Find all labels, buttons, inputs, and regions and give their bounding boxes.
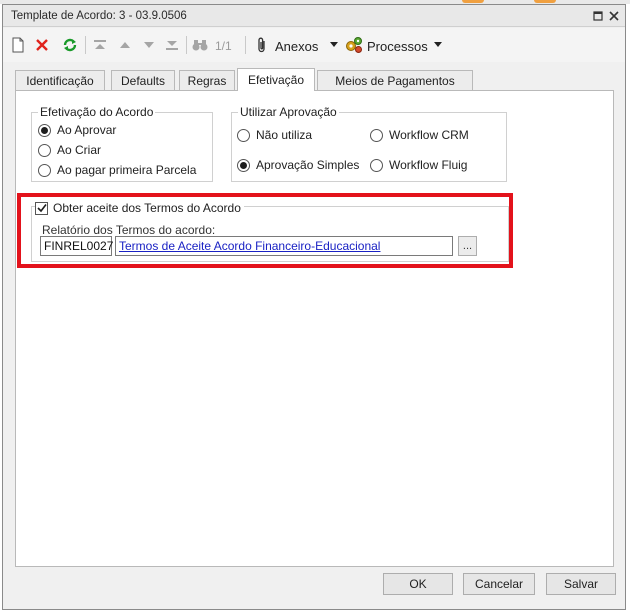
radio-label: Ao Aprovar: [57, 123, 117, 137]
cancel-button[interactable]: Cancelar: [463, 573, 535, 595]
radio-label: Ao pagar primeira Parcela: [57, 163, 197, 177]
save-button[interactable]: Salvar: [546, 573, 616, 595]
anexos-dropdown-icon[interactable]: [325, 36, 343, 54]
record-pager: 1/1: [215, 39, 232, 53]
obter-aceite-checkbox[interactable]: [35, 201, 48, 215]
obter-aceite-label: Obter aceite dos Termos do Acordo: [53, 201, 241, 215]
radio-button[interactable]: [370, 128, 383, 142]
radio-ao-pagar-primeira-parcela[interactable]: Ao pagar primeira Parcela: [38, 163, 196, 177]
first-record-icon[interactable]: [91, 36, 109, 54]
background-orange-marker: [534, 0, 556, 3]
toolbar-separator: [245, 36, 246, 54]
radio-button[interactable]: [237, 158, 250, 172]
aprovacao-group-title: Utilizar Aprovação: [238, 105, 339, 119]
obter-aceite-checkbox-row[interactable]: Obter aceite dos Termos do Acordo: [35, 201, 244, 215]
previous-record-icon[interactable]: [116, 36, 134, 54]
radio-workflow-fluig[interactable]: Workflow Fluig: [370, 158, 467, 172]
efetivacao-group-title: Efetivação do Acordo: [38, 105, 156, 119]
ok-button[interactable]: OK: [383, 573, 453, 595]
browse-report-button[interactable]: ...: [458, 236, 477, 256]
background-orange-marker: [462, 0, 484, 3]
radio-ao-aprovar[interactable]: Ao Aprovar: [38, 123, 116, 137]
processos-dropdown-icon[interactable]: [429, 36, 447, 54]
radio-label: Não utiliza: [256, 128, 313, 142]
toolbar: 1/1 Anexos Processos: [3, 28, 625, 62]
radio-label: Workflow CRM: [389, 128, 469, 142]
binoculars-icon[interactable]: [191, 36, 209, 54]
radio-label: Workflow Fluig: [389, 158, 468, 172]
tab-defaults[interactable]: Defaults: [111, 70, 175, 90]
relatorio-label: Relatório dos Termos do acordo:: [42, 223, 216, 237]
anexos-button[interactable]: Anexos: [275, 39, 318, 54]
gears-icon[interactable]: [345, 36, 363, 54]
last-record-icon[interactable]: [163, 36, 181, 54]
refresh-icon[interactable]: [61, 36, 79, 54]
radio-workflow-crm[interactable]: Workflow CRM: [370, 128, 469, 142]
next-record-icon[interactable]: [140, 36, 158, 54]
tab-meios-de-pagamentos[interactable]: Meios de Pagamentos: [317, 70, 473, 90]
report-name-link[interactable]: Termos de Aceite Acordo Financeiro-Educa…: [115, 236, 453, 256]
tab-efetivacao[interactable]: Efetivação: [237, 68, 315, 91]
radio-button[interactable]: [237, 128, 250, 142]
toolbar-separator: [85, 36, 86, 54]
radio-nao-utiliza[interactable]: Não utiliza: [237, 128, 312, 142]
toolbar-separator: [186, 36, 187, 54]
processos-button[interactable]: Processos: [367, 39, 428, 54]
close-icon[interactable]: [607, 9, 621, 23]
tab-regras[interactable]: Regras: [179, 70, 235, 90]
tab-identificacao[interactable]: Identificação: [15, 70, 105, 90]
radio-button[interactable]: [370, 158, 383, 172]
window-title: Template de Acordo: 3 - 03.9.0506: [11, 10, 187, 22]
restore-icon[interactable]: [591, 9, 605, 23]
radio-button[interactable]: [38, 123, 51, 137]
title-bar: Template de Acordo: 3 - 03.9.0506: [3, 5, 625, 27]
radio-aprovacao-simples[interactable]: Aprovação Simples: [237, 158, 359, 172]
radio-button[interactable]: [38, 143, 51, 157]
radio-button[interactable]: [38, 163, 51, 177]
dialog-window: Template de Acordo: 3 - 03.9.0506 1/1 An…: [2, 4, 626, 610]
radio-label: Aprovação Simples: [256, 158, 360, 172]
delete-icon[interactable]: [33, 36, 51, 54]
paperclip-icon[interactable]: [253, 36, 271, 54]
report-code-input[interactable]: FINREL0027: [40, 236, 113, 256]
radio-label: Ao Criar: [57, 143, 102, 157]
new-document-icon[interactable]: [9, 36, 27, 54]
radio-ao-criar[interactable]: Ao Criar: [38, 143, 101, 157]
